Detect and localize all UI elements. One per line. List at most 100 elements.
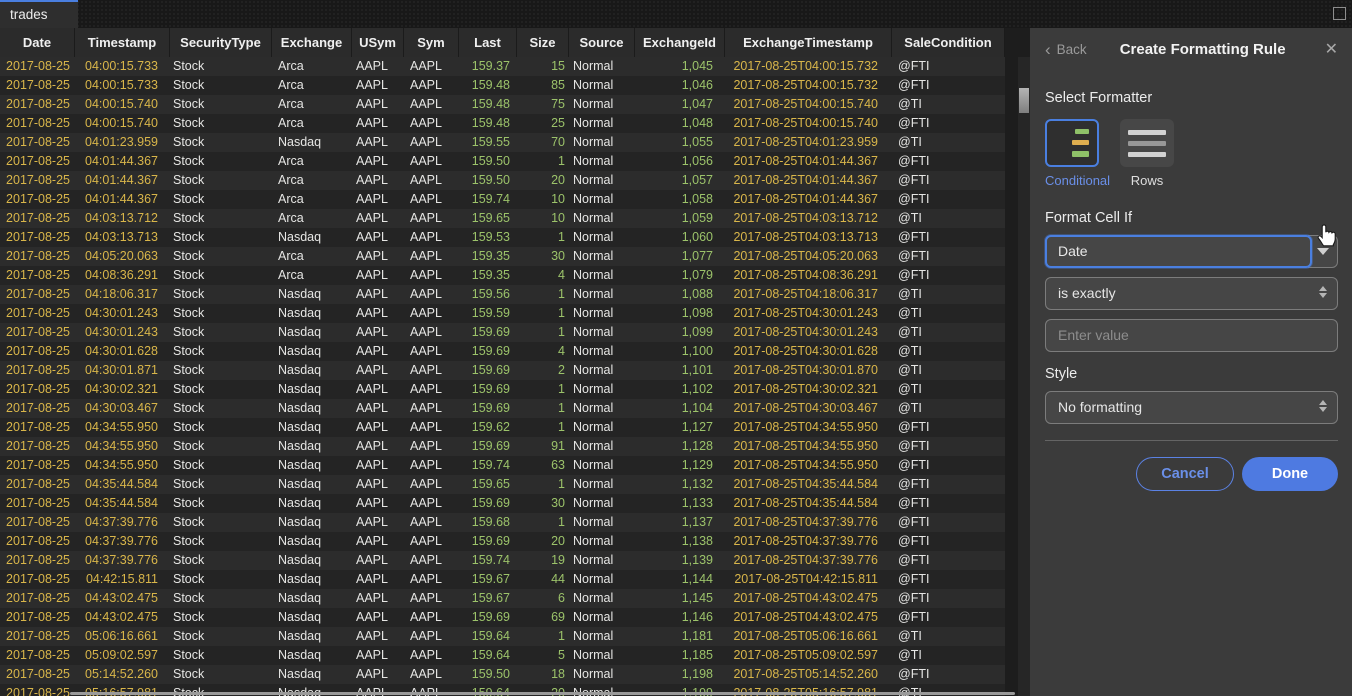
cell-sym: AAPL [404, 665, 459, 684]
cell-source: Normal [569, 418, 635, 437]
table-row[interactable]: 2017-08-2504:00:15.733StockArcaAAPLAAPL1… [0, 76, 1005, 95]
done-button[interactable]: Done [1242, 457, 1338, 491]
column-header-salecondition[interactable]: SaleCondition [892, 28, 1005, 57]
horizontal-scrollbar[interactable] [0, 691, 1030, 696]
table-row[interactable]: 2017-08-2504:30:01.243StockNasdaqAAPLAAP… [0, 304, 1005, 323]
cell-source: Normal [569, 532, 635, 551]
cell-date: 2017-08-25 [0, 57, 75, 76]
cell-exchangeid: 1,056 [635, 152, 725, 171]
column-header-securitytype[interactable]: SecurityType [170, 28, 272, 57]
column-select[interactable]: Date [1045, 235, 1338, 268]
back-button[interactable]: ‹ Back [1045, 42, 1087, 57]
table-row[interactable]: 2017-08-2504:42:15.811StockNasdaqAAPLAAP… [0, 570, 1005, 589]
table-row[interactable]: 2017-08-2504:30:02.321StockNasdaqAAPLAAP… [0, 380, 1005, 399]
cell-exchangeid: 1,198 [635, 665, 725, 684]
tab-trades[interactable]: trades [0, 0, 78, 28]
column-header-timestamp[interactable]: Timestamp [75, 28, 170, 57]
table-row[interactable]: 2017-08-2504:00:15.740StockArcaAAPLAAPL1… [0, 95, 1005, 114]
cell-source: Normal [569, 342, 635, 361]
vertical-scrollbar[interactable] [1018, 57, 1030, 696]
column-header-source[interactable]: Source [569, 28, 635, 57]
table-row[interactable]: 2017-08-2504:34:55.950StockNasdaqAAPLAAP… [0, 418, 1005, 437]
table-row[interactable]: 2017-08-2504:01:44.367StockArcaAAPLAAPL1… [0, 171, 1005, 190]
column-header-usym[interactable]: USym [352, 28, 404, 57]
table-row[interactable]: 2017-08-2504:30:01.243StockNasdaqAAPLAAP… [0, 323, 1005, 342]
table-row[interactable]: 2017-08-2504:37:39.776StockNasdaqAAPLAAP… [0, 551, 1005, 570]
value-input[interactable]: Enter value [1045, 319, 1338, 352]
formatter-option-conditional[interactable]: Conditional [1045, 119, 1099, 188]
column-select-value[interactable]: Date [1045, 235, 1312, 268]
cell-exchangetimestamp: 2017-08-25T04:30:03.467 [725, 399, 892, 418]
horizontal-scrollbar-thumb[interactable] [70, 692, 1015, 695]
table-row[interactable]: 2017-08-2504:30:01.628StockNasdaqAAPLAAP… [0, 342, 1005, 361]
cell-salecondition: @FTI [892, 513, 1005, 532]
table-row[interactable]: 2017-08-2504:03:13.713StockNasdaqAAPLAAP… [0, 228, 1005, 247]
condition-select[interactable]: is exactly [1045, 277, 1338, 310]
cell-size: 44 [517, 570, 569, 589]
cell-timestamp: 04:37:39.776 [75, 551, 170, 570]
style-select[interactable]: No formatting [1045, 391, 1338, 424]
cell-sym: AAPL [404, 247, 459, 266]
column-header-exchange[interactable]: Exchange [272, 28, 352, 57]
cell-securitytype: Stock [170, 57, 272, 76]
cell-exchange: Nasdaq [272, 456, 352, 475]
cell-source: Normal [569, 494, 635, 513]
table-row[interactable]: 2017-08-2504:01:23.959StockNasdaqAAPLAAP… [0, 133, 1005, 152]
vertical-scrollbar-thumb[interactable] [1019, 88, 1029, 113]
column-header-last[interactable]: Last [459, 28, 517, 57]
table-row[interactable]: 2017-08-2504:18:06.317StockNasdaqAAPLAAP… [0, 285, 1005, 304]
table-row[interactable]: 2017-08-2505:06:16.661StockNasdaqAAPLAAP… [0, 627, 1005, 646]
table-row[interactable]: 2017-08-2504:30:03.467StockNasdaqAAPLAAP… [0, 399, 1005, 418]
table-row[interactable]: 2017-08-2504:43:02.475StockNasdaqAAPLAAP… [0, 589, 1005, 608]
cell-last: 159.64 [459, 646, 517, 665]
table-row[interactable]: 2017-08-2505:14:52.260StockNasdaqAAPLAAP… [0, 665, 1005, 684]
table-row[interactable]: 2017-08-2504:00:15.740StockArcaAAPLAAPL1… [0, 114, 1005, 133]
cell-timestamp: 04:03:13.712 [75, 209, 170, 228]
table-row[interactable]: 2017-08-2504:08:36.291StockArcaAAPLAAPL1… [0, 266, 1005, 285]
cancel-button[interactable]: Cancel [1136, 457, 1234, 491]
table-row[interactable]: 2017-08-2504:01:44.367StockArcaAAPLAAPL1… [0, 152, 1005, 171]
table-row[interactable]: 2017-08-2504:05:20.063StockArcaAAPLAAPL1… [0, 247, 1005, 266]
cell-exchangeid: 1,138 [635, 532, 725, 551]
cell-sym: AAPL [404, 76, 459, 95]
column-header-size[interactable]: Size [517, 28, 569, 57]
cell-salecondition: @TI [892, 304, 1005, 323]
cell-last: 159.69 [459, 323, 517, 342]
close-icon[interactable]: ✕ [1319, 39, 1338, 59]
cell-last: 159.65 [459, 475, 517, 494]
cell-salecondition: @TI [892, 646, 1005, 665]
column-header-exchangeid[interactable]: ExchangeId [635, 28, 725, 57]
table-row[interactable]: 2017-08-2504:03:13.712StockArcaAAPLAAPL1… [0, 209, 1005, 228]
table-row[interactable]: 2017-08-2504:37:39.776StockNasdaqAAPLAAP… [0, 513, 1005, 532]
table-row[interactable]: 2017-08-2505:09:02.597StockNasdaqAAPLAAP… [0, 646, 1005, 665]
cell-usym: AAPL [352, 418, 404, 437]
cell-date: 2017-08-25 [0, 133, 75, 152]
cell-exchangetimestamp: 2017-08-25T04:30:01.243 [725, 323, 892, 342]
cell-sym: AAPL [404, 304, 459, 323]
cell-exchange: Nasdaq [272, 418, 352, 437]
cell-source: Normal [569, 133, 635, 152]
table-row[interactable]: 2017-08-2504:00:15.733StockArcaAAPLAAPL1… [0, 57, 1005, 76]
table-row[interactable]: 2017-08-2504:34:55.950StockNasdaqAAPLAAP… [0, 456, 1005, 475]
cell-exchangeid: 1,057 [635, 171, 725, 190]
cell-securitytype: Stock [170, 513, 272, 532]
column-header-sym[interactable]: Sym [404, 28, 459, 57]
table-row[interactable]: 2017-08-2504:34:55.950StockNasdaqAAPLAAP… [0, 437, 1005, 456]
table-row[interactable]: 2017-08-2504:37:39.776StockNasdaqAAPLAAP… [0, 532, 1005, 551]
cell-sym: AAPL [404, 399, 459, 418]
column-select-arrow-button[interactable] [1308, 235, 1338, 268]
column-header-date[interactable]: Date [0, 28, 75, 57]
table-row[interactable]: 2017-08-2504:43:02.475StockNasdaqAAPLAAP… [0, 608, 1005, 627]
cell-exchangeid: 1,104 [635, 399, 725, 418]
cell-securitytype: Stock [170, 342, 272, 361]
cell-timestamp: 04:34:55.950 [75, 418, 170, 437]
table-row[interactable]: 2017-08-2504:30:01.871StockNasdaqAAPLAAP… [0, 361, 1005, 380]
formatter-option-rows[interactable]: Rows [1120, 119, 1174, 188]
cell-exchangeid: 1,144 [635, 570, 725, 589]
table-row[interactable]: 2017-08-2504:35:44.584StockNasdaqAAPLAAP… [0, 475, 1005, 494]
column-header-exchangetimestamp[interactable]: ExchangeTimestamp [725, 28, 892, 57]
cell-exchangeid: 1,060 [635, 228, 725, 247]
table-row[interactable]: 2017-08-2504:35:44.584StockNasdaqAAPLAAP… [0, 494, 1005, 513]
table-row[interactable]: 2017-08-2504:01:44.367StockArcaAAPLAAPL1… [0, 190, 1005, 209]
maximize-icon[interactable] [1333, 7, 1346, 20]
